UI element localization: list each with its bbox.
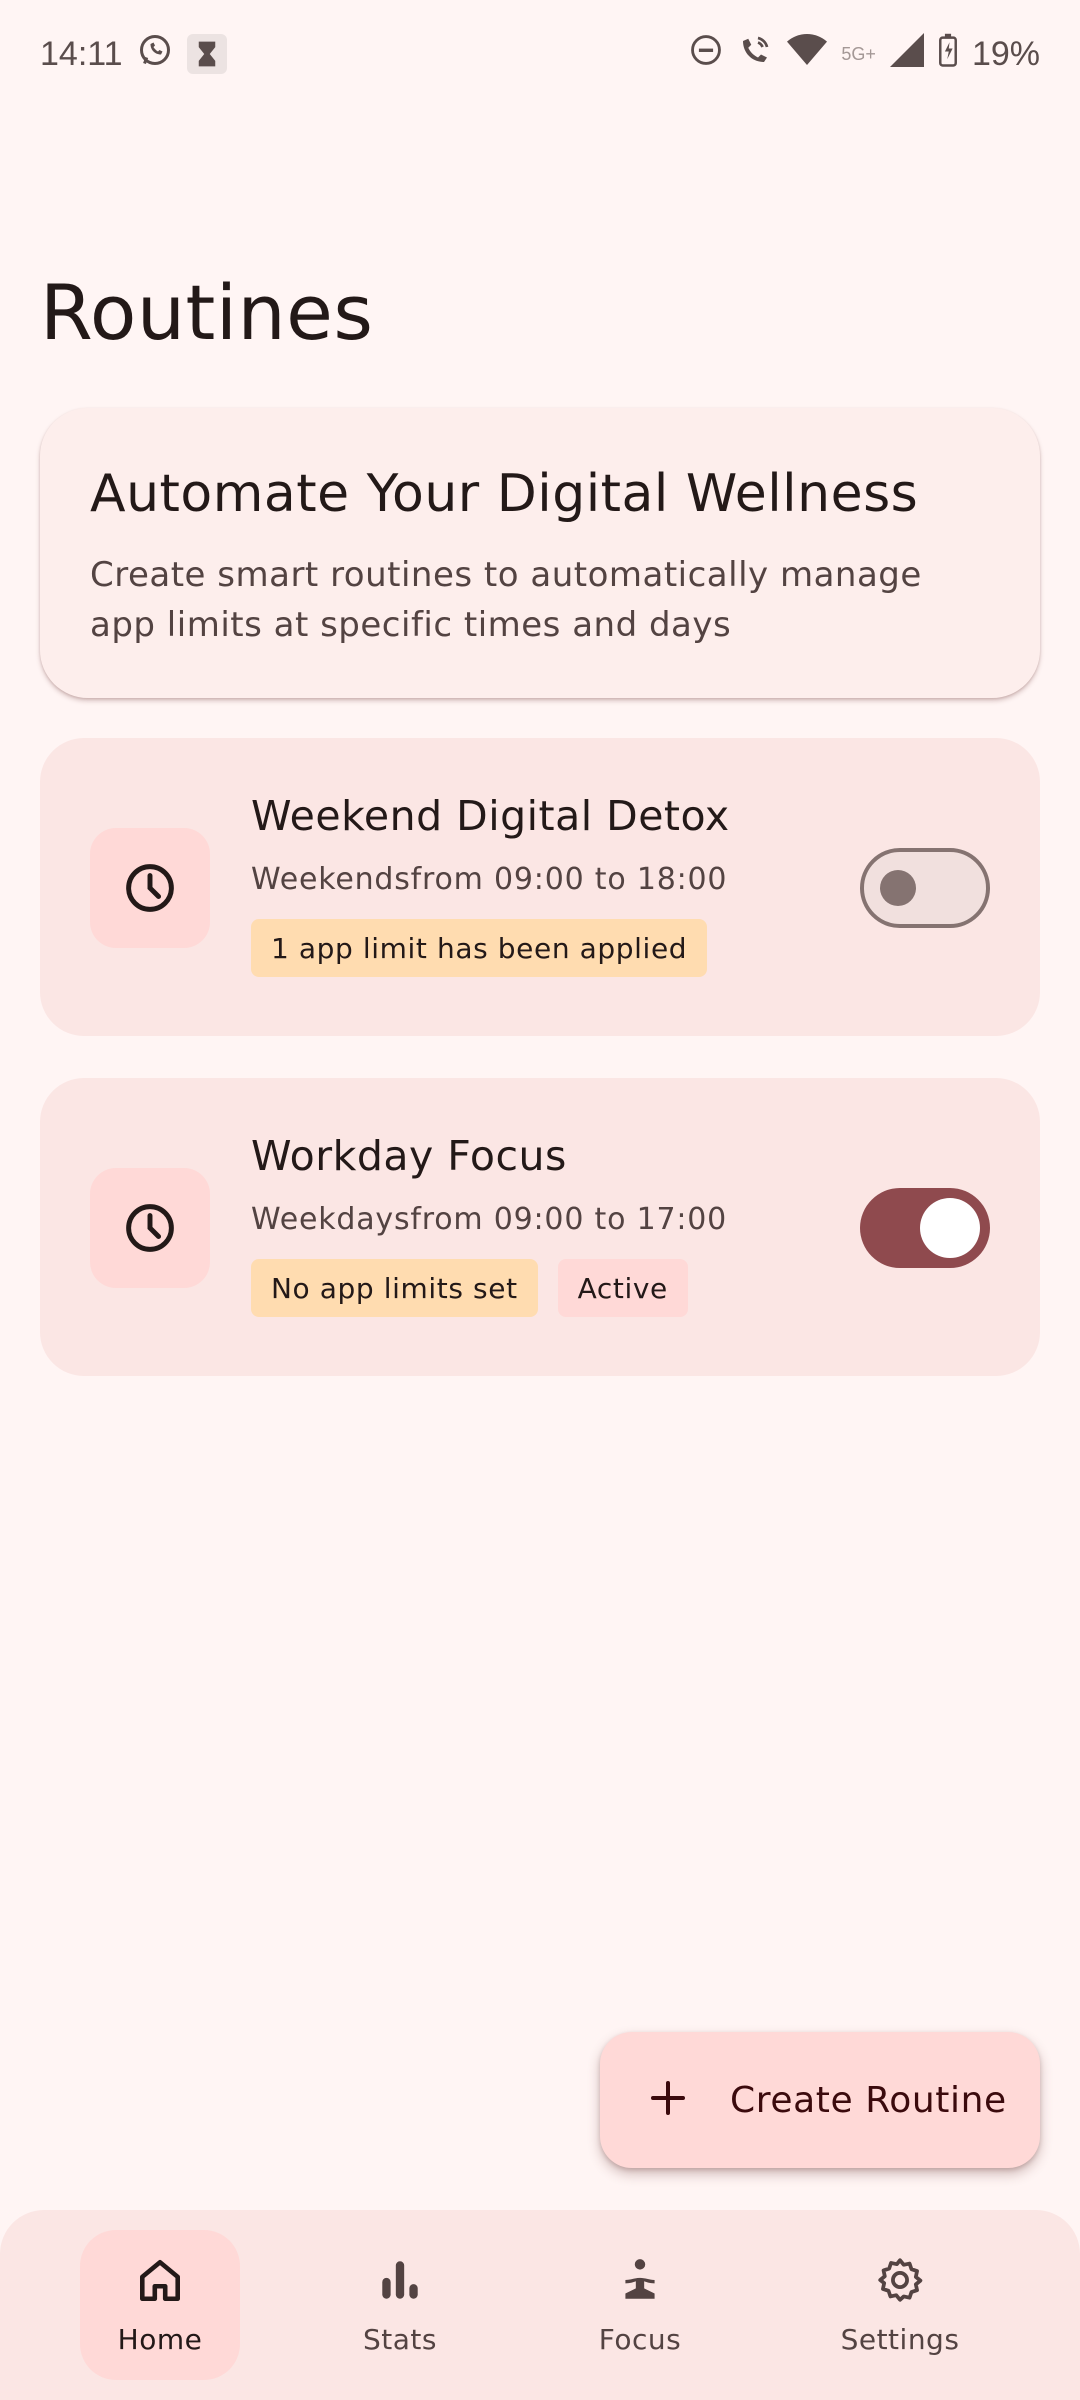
status-badge: Active bbox=[557, 1259, 688, 1317]
create-routine-label: Create Routine bbox=[730, 2079, 1007, 2121]
clock-icon bbox=[90, 1168, 210, 1288]
toggle-knob bbox=[880, 870, 916, 906]
battery-percent: 19% bbox=[971, 34, 1040, 73]
routine-card-workday-focus[interactable]: Workday Focus Weekdaysfrom 09:00 to 17:0… bbox=[40, 1078, 1040, 1376]
routine-name: Weekend Digital Detox bbox=[251, 792, 730, 840]
intro-title: Automate Your Digital Wellness bbox=[90, 464, 919, 524]
nav-item-focus[interactable]: Focus bbox=[560, 2230, 720, 2380]
home-icon bbox=[135, 2255, 185, 2309]
routine-toggle[interactable] bbox=[860, 1188, 990, 1268]
clock-icon bbox=[90, 828, 210, 948]
nav-label-settings: Settings bbox=[840, 2322, 960, 2356]
routine-schedule: Weekendsfrom 09:00 to 18:00 bbox=[251, 862, 728, 897]
nav-item-stats[interactable]: Stats bbox=[320, 2230, 480, 2380]
nav-label-stats: Stats bbox=[363, 2322, 437, 2356]
status-left: 14:11 bbox=[40, 32, 227, 77]
routine-toggle[interactable] bbox=[860, 848, 990, 928]
toggle-knob bbox=[920, 1198, 980, 1258]
routine-name: Workday Focus bbox=[251, 1132, 567, 1180]
wifi-call-icon bbox=[737, 32, 773, 77]
page-title: Routines bbox=[40, 268, 374, 357]
nav-label-home: Home bbox=[117, 2322, 203, 2356]
signal-icon bbox=[889, 32, 924, 76]
bottom-navigation: Home Stats Focus Settings bbox=[0, 2210, 1080, 2400]
routine-card-weekend-digital-detox[interactable]: Weekend Digital Detox Weekendsfrom 09:00… bbox=[40, 738, 1040, 1036]
create-routine-button[interactable]: Create Routine bbox=[600, 2032, 1040, 2168]
nav-item-home[interactable]: Home bbox=[80, 2230, 240, 2380]
nav-label-focus: Focus bbox=[598, 2322, 682, 2356]
bar-chart-icon bbox=[375, 2255, 425, 2309]
routine-chips: No app limits set Active bbox=[251, 1259, 727, 1317]
routine-schedule: Weekdaysfrom 09:00 to 17:00 bbox=[251, 1202, 728, 1237]
routine-body: Weekend Digital Detox Weekendsfrom 09:00… bbox=[251, 792, 730, 977]
do-not-disturb-icon bbox=[689, 33, 723, 76]
wifi-icon bbox=[787, 33, 828, 76]
status-time: 14:11 bbox=[40, 34, 123, 73]
intro-description: Create smart routines to automatically m… bbox=[90, 555, 922, 645]
gear-icon bbox=[875, 2255, 925, 2309]
battery-charging-icon bbox=[938, 33, 958, 76]
status-bar: 14:11 5G+ 19% bbox=[0, 0, 1080, 108]
app-limit-chip: 1 app limit has been applied bbox=[251, 919, 708, 977]
routine-chips: 1 app limit has been applied bbox=[251, 919, 730, 977]
meditation-icon bbox=[615, 2255, 665, 2309]
network-type: 5G+ bbox=[841, 43, 876, 64]
routine-body: Workday Focus Weekdaysfrom 09:00 to 17:0… bbox=[251, 1132, 727, 1317]
nav-item-settings[interactable]: Settings bbox=[820, 2230, 980, 2380]
plus-icon bbox=[648, 2078, 688, 2122]
intro-card: Automate Your Digital Wellness Create sm… bbox=[40, 408, 1040, 698]
routines-screen: 14:11 5G+ 19% Routines Automate Your Dig… bbox=[0, 0, 1080, 2400]
whatsapp-icon bbox=[137, 32, 173, 77]
hourglass-icon bbox=[186, 34, 227, 74]
status-right: 5G+ 19% bbox=[689, 32, 1040, 77]
app-limit-chip: No app limits set bbox=[251, 1259, 538, 1317]
